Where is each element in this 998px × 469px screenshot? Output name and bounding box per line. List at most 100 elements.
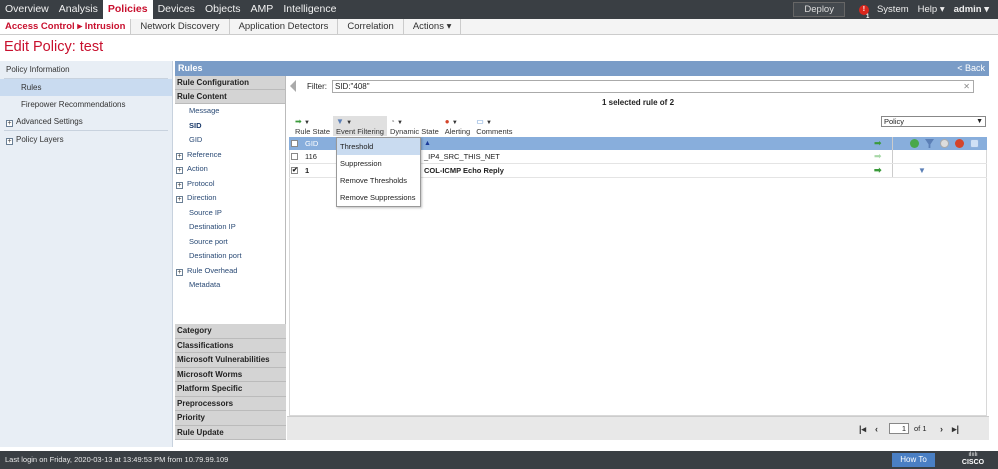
rules-header: Rules < Back: [175, 61, 989, 76]
comments-button[interactable]: ▭ ▼ Comments: [473, 116, 515, 136]
nav-amp[interactable]: AMP: [246, 0, 279, 19]
sidebar-item-policy-layers[interactable]: + Policy Layers: [0, 131, 172, 148]
select-all-checkbox[interactable]: [291, 140, 298, 147]
column-separator: [892, 150, 893, 163]
subnav-actions[interactable]: Actions ▾: [404, 19, 462, 34]
collapse-arrow-icon[interactable]: [289, 79, 298, 94]
row-checkbox[interactable]: ✔: [291, 167, 298, 174]
expand-icon[interactable]: +: [176, 181, 183, 189]
menu-item-remove-suppressions[interactable]: Remove Suppressions: [337, 189, 420, 206]
filter-item-destination-port[interactable]: Destination port: [175, 249, 285, 264]
last-page-icon[interactable]: ▸|: [952, 424, 959, 435]
next-page-icon[interactable]: ›: [940, 424, 943, 434]
how-to-button[interactable]: How To: [892, 453, 935, 467]
back-link[interactable]: < Back: [957, 61, 985, 76]
expand-icon[interactable]: +: [6, 120, 13, 127]
expand-icon[interactable]: +: [176, 152, 183, 160]
filter-item-metadata[interactable]: Metadata: [175, 278, 285, 293]
filter-item-rule-overhead[interactable]: + Rule Overhead: [175, 264, 285, 279]
user-menu[interactable]: admin ▾: [954, 4, 989, 15]
menu-item-suppression[interactable]: Suppression: [337, 155, 420, 172]
clock-icon[interactable]: [940, 139, 949, 148]
cisco-logo-text: CISCO: [961, 459, 985, 466]
nav-overview[interactable]: Overview: [0, 0, 54, 19]
section-category[interactable]: Category: [175, 324, 286, 339]
sidebar-item-policy-information[interactable]: Policy Information: [0, 61, 172, 78]
nav-policies[interactable]: Policies: [102, 0, 153, 19]
expand-icon[interactable]: +: [176, 167, 183, 174]
filter-item-message[interactable]: Message: [175, 104, 285, 119]
sidebar-item-firepower-recommendations[interactable]: Firepower Recommendations: [0, 96, 172, 113]
cisco-logo: ılıılı CISCO: [958, 452, 988, 468]
subnav-application-detectors[interactable]: Application Detectors: [230, 19, 339, 34]
filter-item-label: Action: [187, 164, 208, 173]
section-microsoft-vulnerabilities[interactable]: Microsoft Vulnerabilities: [175, 353, 286, 368]
cell-message: COL-ICMP Echo Reply: [424, 166, 504, 175]
globe-icon[interactable]: [910, 139, 919, 148]
section-preprocessors[interactable]: Preprocessors: [175, 396, 286, 411]
filter-item-direction[interactable]: + Direction: [175, 191, 285, 206]
funnel-icon[interactable]: [925, 139, 934, 148]
expand-icon[interactable]: +: [176, 196, 183, 203]
alert-icon[interactable]: [955, 139, 964, 148]
sidebar-item-label: Policy Layers: [16, 135, 64, 144]
alert-icon: ● ▼: [444, 117, 458, 126]
nav-analysis[interactable]: Analysis: [54, 0, 103, 19]
section-platform-specific[interactable]: Platform Specific: [175, 382, 286, 397]
first-page-icon[interactable]: |◂: [859, 424, 866, 435]
subnav-network-discovery[interactable]: Network Discovery: [131, 19, 230, 34]
sidebar-item-advanced-settings[interactable]: + Advanced Settings: [0, 113, 172, 130]
filter-item-source-port[interactable]: Source port: [175, 235, 285, 250]
selected-count: 1 selected rule of 2: [601, 98, 675, 107]
subnav-access-control-intrusion[interactable]: Access Control ▸ Intrusion: [0, 19, 132, 34]
prev-page-icon[interactable]: ‹: [875, 424, 878, 434]
nav-objects[interactable]: Objects: [200, 0, 246, 19]
column-gid[interactable]: GID: [305, 139, 338, 148]
help-menu[interactable]: Help ▾: [918, 4, 945, 15]
filter-item-sid[interactable]: SID: [175, 119, 285, 134]
rule-state-column-icon[interactable]: ➡: [874, 138, 882, 149]
alerting-button[interactable]: ● ▼ Alerting: [442, 116, 473, 136]
alert-icon[interactable]: ! 1: [858, 4, 869, 20]
filter-item-destination-ip[interactable]: Destination IP: [175, 220, 285, 235]
section-rule-update[interactable]: Rule Update: [175, 425, 286, 440]
top-navigation: Overview Analysis Policies Devices Objec…: [0, 0, 998, 20]
sidebar-item-rules[interactable]: Rules: [0, 79, 172, 96]
nav-devices[interactable]: Devices: [153, 0, 200, 19]
arrow-right-icon: ➡ ▼: [295, 117, 310, 126]
expand-icon[interactable]: +: [6, 138, 13, 145]
section-rule-configuration[interactable]: Rule Configuration: [175, 76, 285, 90]
filter-input-value: SID:"408": [335, 81, 370, 91]
system-menu[interactable]: System: [877, 4, 909, 15]
rules-main: Filter: SID:"408" ✕ 1 selected rule of 2…: [287, 76, 989, 440]
sort-asc-icon[interactable]: ▲: [424, 140, 431, 147]
filter-item-action[interactable]: + Action: [175, 162, 285, 177]
deploy-button[interactable]: Deploy: [793, 2, 845, 17]
section-rule-content[interactable]: Rule Content: [175, 90, 285, 104]
event-filtering-button[interactable]: ▼ ▼ Event Filtering: [333, 116, 387, 136]
toolbar-label: Rule State: [295, 127, 331, 136]
filter-item-source-ip[interactable]: Source IP: [175, 206, 285, 221]
nav-intelligence[interactable]: Intelligence: [278, 0, 341, 19]
section-priority[interactable]: Priority: [175, 411, 286, 426]
filter-item-reference[interactable]: + Reference: [175, 148, 285, 163]
subnav-correlation[interactable]: Correlation: [338, 19, 404, 34]
clear-icon[interactable]: ✕: [963, 81, 970, 92]
top-right-controls: Deploy ! 1 System Help ▾ admin ▾: [793, 0, 998, 20]
dynamic-state-button[interactable]: ◔ ▼ Dynamic State: [387, 116, 442, 136]
filter-item-gid[interactable]: GID: [175, 133, 285, 148]
toolbar-label: Comments: [476, 127, 513, 136]
comment-icon[interactable]: [970, 139, 979, 148]
footer: Last login on Friday, 2020-03-13 at 13:4…: [0, 451, 998, 469]
policy-select[interactable]: Policy ▼: [881, 116, 986, 127]
menu-item-remove-thresholds[interactable]: Remove Thresholds: [337, 172, 420, 189]
page-input[interactable]: 1: [889, 423, 909, 434]
filter-item-protocol[interactable]: + Protocol: [175, 177, 285, 192]
rule-state-button[interactable]: ➡ ▼ Rule State: [292, 116, 333, 136]
section-microsoft-worms[interactable]: Microsoft Worms: [175, 367, 286, 382]
filter-input[interactable]: SID:"408" ✕: [332, 79, 974, 93]
menu-item-threshold[interactable]: Threshold: [337, 138, 420, 155]
expand-icon[interactable]: +: [176, 268, 183, 276]
section-classifications[interactable]: Classifications: [175, 338, 286, 353]
row-checkbox[interactable]: [291, 153, 298, 160]
